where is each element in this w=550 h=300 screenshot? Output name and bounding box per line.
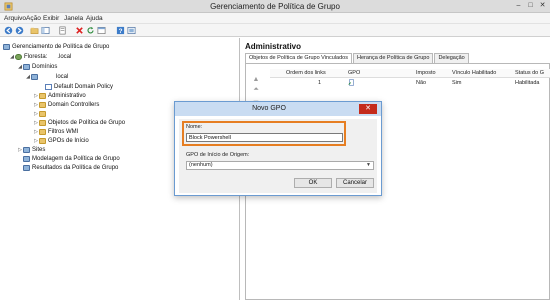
help-icon[interactable]: ? <box>116 26 125 35</box>
menu-ajuda[interactable]: Ajuda <box>86 15 103 22</box>
window-title: Gerenciamento de Política de Grupo <box>210 2 340 11</box>
dialog-titlebar[interactable]: Novo GPO ✕ <box>175 102 381 116</box>
cell-order: 1 <box>318 80 322 86</box>
tree-node-domains[interactable]: ◢ Domínios <box>17 62 57 71</box>
dialog-title: Novo GPO <box>252 105 286 112</box>
menu-exibir[interactable]: Exibir <box>43 15 59 22</box>
export-icon[interactable] <box>97 26 106 35</box>
tree-node-administrativo[interactable]: ▷ Administrativo <box>33 91 86 100</box>
table-header: Ordem dos links GPO Imposto Vínculo Habi… <box>270 69 550 78</box>
source-gpo-value: (nenhum) <box>189 162 213 168</box>
menu-arquivo[interactable]: Arquivo <box>4 15 26 22</box>
tree-node-default-domain-policy[interactable]: Default Domain Policy <box>39 82 113 91</box>
name-label: Nome: <box>186 124 203 130</box>
folder-icon[interactable] <box>30 26 39 35</box>
window-titlebar: Gerenciamento de Política de Grupo – □ ✕ <box>0 0 550 13</box>
cancel-button[interactable]: Cancelar <box>336 178 374 188</box>
details-title: Administrativo <box>245 42 302 51</box>
name-highlight-box: Nome: <box>182 121 346 146</box>
toolbar: ? <box>0 24 550 37</box>
tab-linked-gpos[interactable]: Objetos de Política de Grupo Vinculados <box>245 53 352 63</box>
menu-janela[interactable]: Janela <box>64 15 83 22</box>
properties-icon[interactable] <box>58 26 67 35</box>
tree-node-domain-controllers[interactable]: ▷ Domain Controllers <box>33 100 99 109</box>
maximize-button[interactable]: □ <box>525 1 536 11</box>
source-gpo-select[interactable]: (nenhum) ▼ <box>186 161 374 170</box>
new-gpo-dialog: Novo GPO ✕ Nome: GPO de Início de Origem… <box>174 101 382 196</box>
gpo-container-icon <box>39 119 46 126</box>
chevron-down-icon: ▼ <box>366 162 371 168</box>
back-arrow-icon[interactable] <box>4 26 13 35</box>
domain-icon <box>31 73 38 80</box>
col-link-enabled[interactable]: Vínculo Habilitado <box>452 70 496 76</box>
tab-inheritance[interactable]: Herança de Política de Grupo <box>352 53 434 63</box>
gpo-link-icon <box>348 79 354 86</box>
details-tabs: Objetos de Política de Grupo Vinculados … <box>245 53 470 63</box>
console-tree-icon[interactable] <box>41 26 50 35</box>
ou-folder-icon <box>39 110 46 117</box>
forest-icon <box>15 53 22 60</box>
wmi-filter-icon <box>39 128 46 135</box>
table-row[interactable]: 1 Não Sim Habilitada <box>270 79 550 87</box>
tree-node-modeling[interactable]: Modelagem da Política de Grupo <box>17 154 120 163</box>
tree-node-results[interactable]: Resultados da Política de Grupo <box>17 163 118 172</box>
tab-delegation[interactable]: Delegação <box>434 53 469 63</box>
col-enforced[interactable]: Imposto <box>416 70 436 76</box>
delete-icon[interactable] <box>75 26 84 35</box>
name-field[interactable] <box>186 133 343 142</box>
starter-gpo-icon <box>39 137 46 144</box>
move-top-icon[interactable]: ⏶ <box>252 86 260 94</box>
forward-arrow-icon[interactable] <box>15 26 24 35</box>
cell-enforced: Não <box>416 80 427 86</box>
menu-bar: Arquivo Ação Exibir Janela Ajuda <box>0 13 550 24</box>
col-link-order[interactable]: Ordem dos links <box>286 70 326 76</box>
tree-node-forest[interactable]: ◢ Floresta: .local <box>9 52 71 61</box>
tree-node-unnamed-ou[interactable]: ▷ <box>33 109 48 118</box>
refresh-icon[interactable] <box>86 26 95 35</box>
ok-button[interactable]: OK <box>294 178 332 188</box>
tree-node-starter-gpos[interactable]: ▷ GPOs de Início <box>33 136 89 145</box>
gpmc-icon <box>3 43 10 50</box>
tree-node-domain[interactable]: ◢ local <box>25 72 68 81</box>
col-gpo[interactable]: GPO <box>348 70 360 76</box>
sites-icon <box>23 146 30 153</box>
move-up-icon[interactable]: ▲ <box>252 76 260 84</box>
tree-node-sites[interactable]: ▷ Sites <box>17 145 45 154</box>
results-icon <box>23 164 30 171</box>
gpo-link-icon <box>45 83 52 90</box>
dialog-close-button[interactable]: ✕ <box>359 104 377 114</box>
domains-icon <box>23 63 30 70</box>
tree-node-gpo-objects[interactable]: ▷ Objetos de Política de Grupo <box>33 118 125 127</box>
modeling-icon <box>23 155 30 162</box>
cell-status: Habilitada <box>515 80 540 86</box>
close-window-button[interactable]: ✕ <box>537 1 548 11</box>
svg-text:?: ? <box>119 28 123 35</box>
tree-node-wmi-filters[interactable]: ▷ Filtros WMI <box>33 127 78 136</box>
menu-acao[interactable]: Ação <box>26 15 41 22</box>
ou-folder-icon <box>39 92 46 99</box>
ou-folder-icon <box>39 101 46 108</box>
source-gpo-label: GPO de Início de Origem: <box>186 152 250 158</box>
minimize-button[interactable]: – <box>513 1 524 11</box>
tree-node-root[interactable]: Gerenciamento de Política de Grupo <box>3 42 109 51</box>
view-icon[interactable] <box>127 26 136 35</box>
dialog-body: Nome: GPO de Início de Origem: (nenhum) … <box>179 119 377 193</box>
cell-enabled: Sim <box>452 80 462 86</box>
col-gpo-status[interactable]: Status do G <box>515 70 544 76</box>
